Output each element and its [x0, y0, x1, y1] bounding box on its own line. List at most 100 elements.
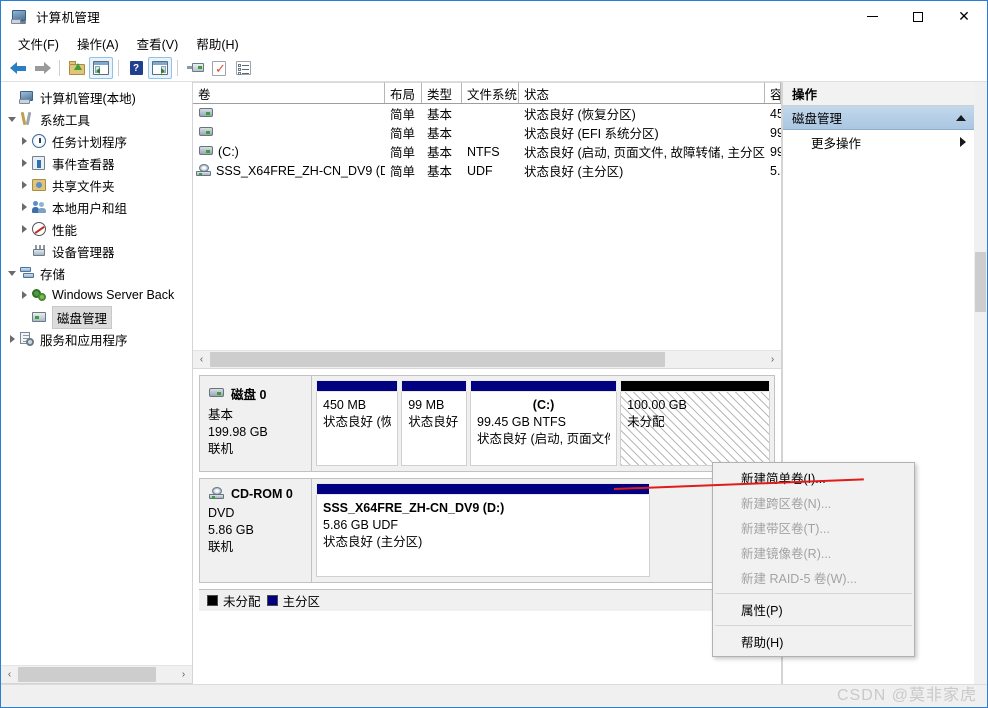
context-menu-item-help[interactable]: 帮助(H) — [713, 629, 914, 654]
disk-type: 基本 — [208, 408, 234, 422]
cell-type: 基本 — [427, 146, 453, 160]
partition-status: 未分配 — [627, 415, 665, 429]
console-tree: 计算机管理(本地) 系统工具 任务计划程序 事件查看器 共享文件夹 本地用户和组… — [1, 82, 192, 665]
expander-closed-icon[interactable] — [17, 156, 31, 170]
cd-rom-icon — [196, 164, 213, 177]
disk-status: 联机 — [208, 540, 234, 554]
tree-item-label: 服务和应用程序 — [40, 333, 128, 348]
check-icon[interactable]: ✓ — [207, 57, 231, 79]
menu-view[interactable]: 查看(V) — [128, 32, 188, 55]
computer-management-window: 计算机管理 ✕ 文件(F) 操作(A) 查看(V) 帮助(H) ? ✓ 计算机管… — [0, 0, 988, 708]
properties-list-icon[interactable] — [231, 57, 255, 79]
table-row[interactable]: (C:) 简单 基本 NTFS 状态良好 (启动, 页面文件, 故障转储, 主分… — [193, 142, 781, 161]
table-row[interactable]: 简单 基本 状态良好 (EFI 系统分区) 99 — [193, 123, 781, 142]
tree-item-label: 共享文件夹 — [52, 179, 115, 194]
volume-list-horizontal-scrollbar[interactable]: ‹ › — [193, 350, 781, 368]
tree-item-windows-server-backup[interactable]: Windows Server Back — [1, 284, 192, 306]
tree-item-computer-management-local[interactable]: 计算机管理(本地) — [1, 86, 192, 108]
expander-closed-icon[interactable] — [17, 134, 31, 148]
tree-item-device-manager[interactable]: 设备管理器 — [1, 240, 192, 262]
column-header-capacity[interactable]: 容量 — [765, 82, 781, 103]
legend: 未分配 主分区 — [199, 589, 775, 611]
disk-info-cdrom0[interactable]: CD-ROM 0 DVD 5.86 GB 联机 — [200, 479, 312, 582]
scroll-track[interactable] — [18, 666, 175, 683]
rescan-disks-icon[interactable] — [183, 57, 207, 79]
cell-type: 基本 — [427, 127, 453, 141]
context-menu-item-new-striped-volume: 新建带区卷(T)... — [741, 522, 830, 536]
chevron-up-icon[interactable] — [956, 114, 966, 121]
partition-c[interactable]: (C:) 99.45 GB NTFS 状态良好 (启动, 页面文件, 主 — [470, 380, 618, 466]
scroll-left-button[interactable]: ‹ — [1, 666, 18, 683]
tree-item-event-viewer[interactable]: 事件查看器 — [1, 152, 192, 174]
expander-closed-icon[interactable] — [5, 332, 19, 346]
disk-row-cdrom0[interactable]: CD-ROM 0 DVD 5.86 GB 联机 SSS_X64FRE_ZH-CN… — [199, 478, 775, 583]
up-folder-icon[interactable] — [65, 57, 89, 79]
maximize-button[interactable] — [895, 1, 941, 32]
window-vertical-scrollbar[interactable] — [974, 82, 987, 684]
context-menu-item-new-spanned-volume: 新建跨区卷(N)... — [741, 497, 832, 511]
tree-item-task-scheduler[interactable]: 任务计划程序 — [1, 130, 192, 152]
expander-closed-icon[interactable] — [17, 288, 31, 302]
disk-type: DVD — [208, 506, 235, 520]
minimize-button[interactable] — [849, 1, 895, 32]
actions-header: 操作 — [783, 82, 974, 106]
forward-icon[interactable] — [30, 57, 54, 79]
tree-horizontal-scrollbar[interactable]: ‹ › — [1, 665, 192, 683]
volume-list: 卷 布局 类型 文件系统 状态 容量 简单 基本 — [193, 82, 781, 369]
menu-help[interactable]: 帮助(H) — [187, 32, 247, 55]
tree-item-storage[interactable]: 存储 — [1, 262, 192, 284]
toolbar-separator — [118, 60, 119, 76]
expander-closed-icon[interactable] — [17, 200, 31, 214]
scroll-thumb[interactable] — [975, 252, 986, 312]
partition-dvd-d[interactable]: SSS_X64FRE_ZH-CN_DV9 (D:) 5.86 GB UDF 状态… — [316, 483, 650, 577]
scroll-right-button[interactable]: › — [175, 666, 192, 683]
volume-list-rows: 简单 基本 状态良好 (恢复分区) 450 简单 基本 — [193, 104, 781, 350]
context-menu-item-properties[interactable]: 属性(P) — [713, 597, 914, 622]
partition-unallocated[interactable]: 100.00 GB 未分配 — [620, 380, 771, 466]
table-row[interactable]: SSS_X64FRE_ZH-CN_DV9 (D:) 简单 基本 UDF 状态良好… — [193, 161, 781, 180]
menu-action[interactable]: 操作(A) — [68, 32, 128, 55]
context-menu: 新建简单卷(I)... 新建跨区卷(N)... 新建带区卷(T)... 新建镜像… — [712, 462, 915, 657]
expander-open-icon[interactable] — [5, 266, 19, 280]
show-tree-pane-icon[interactable] — [89, 57, 113, 79]
table-row[interactable]: 简单 基本 状态良好 (恢复分区) 450 — [193, 104, 781, 123]
back-icon[interactable] — [6, 57, 30, 79]
partition-recovery[interactable]: 450 MB 状态良好 (恢 — [316, 380, 399, 466]
cell-volume: (C:) — [218, 144, 239, 159]
scroll-thumb[interactable] — [210, 352, 665, 367]
tree-item-services-and-applications[interactable]: 服务和应用程序 — [1, 328, 192, 350]
disk-title: 磁盘 0 — [208, 384, 305, 403]
expander-closed-icon[interactable] — [17, 178, 31, 192]
help-icon[interactable]: ? — [124, 57, 148, 79]
column-header-type[interactable]: 类型 — [422, 82, 462, 103]
column-header-layout[interactable]: 布局 — [385, 82, 422, 103]
legend-item-unallocated: 未分配 — [207, 591, 261, 610]
context-menu-item-new-simple-volume[interactable]: 新建简单卷(I)... — [713, 465, 914, 490]
partition-efi[interactable]: 99 MB 状态良好 — [401, 380, 468, 466]
cell-status: 状态良好 (EFI 系统分区) — [524, 127, 659, 141]
actions-group-disk-management[interactable]: 磁盘管理 — [783, 106, 974, 130]
column-header-volume[interactable]: 卷 — [193, 82, 385, 103]
scroll-track[interactable] — [210, 351, 764, 368]
show-action-pane-icon[interactable] — [148, 57, 172, 79]
close-button[interactable]: ✕ — [941, 1, 987, 32]
tree-item-performance[interactable]: 性能 — [1, 218, 192, 240]
disk-size: 5.86 GB — [208, 523, 254, 537]
tree-item-shared-folders[interactable]: 共享文件夹 — [1, 174, 192, 196]
disk-row-disk0[interactable]: 磁盘 0 基本 199.98 GB 联机 450 MB 状态良好 (恢 99 M… — [199, 375, 775, 472]
menu-file[interactable]: 文件(F) — [9, 32, 68, 55]
disk-status: 联机 — [208, 442, 234, 456]
action-more-actions[interactable]: 更多操作 — [783, 130, 974, 154]
scroll-right-button[interactable]: › — [764, 351, 781, 368]
column-header-status[interactable]: 状态 — [519, 82, 765, 103]
expander-open-icon[interactable] — [5, 112, 19, 126]
cell-type: 基本 — [427, 165, 453, 179]
scroll-thumb[interactable] — [18, 667, 156, 682]
column-header-filesystem[interactable]: 文件系统 — [462, 82, 519, 103]
scroll-left-button[interactable]: ‹ — [193, 351, 210, 368]
expander-closed-icon[interactable] — [17, 222, 31, 236]
disk-info-disk0[interactable]: 磁盘 0 基本 199.98 GB 联机 — [200, 376, 312, 471]
tree-item-disk-management[interactable]: 磁盘管理 — [1, 305, 192, 329]
tree-item-system-tools[interactable]: 系统工具 — [1, 108, 192, 130]
tree-item-local-users-and-groups[interactable]: 本地用户和组 — [1, 196, 192, 218]
